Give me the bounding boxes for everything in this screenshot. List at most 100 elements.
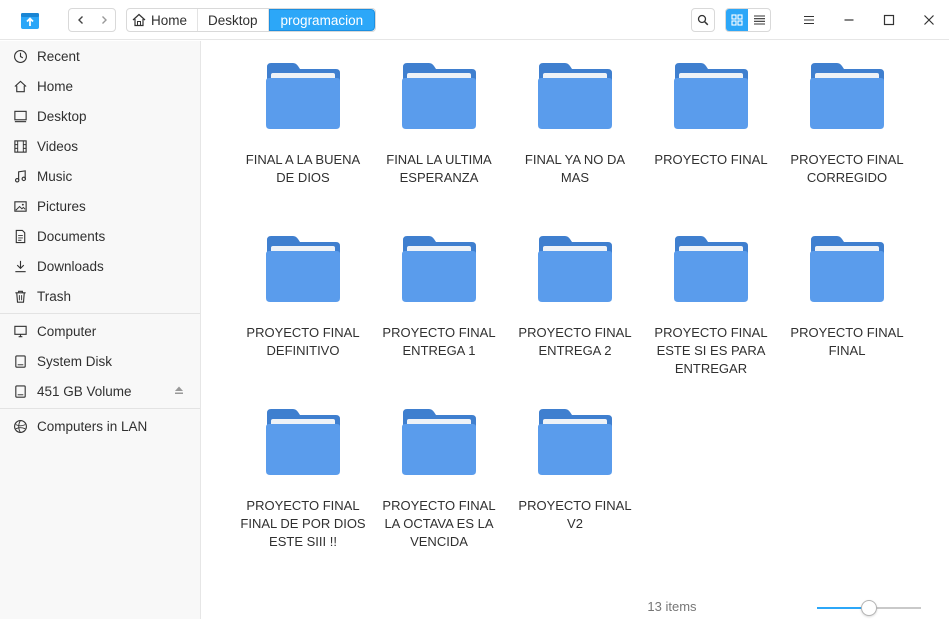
sidebar-item-downloads[interactable]: Downloads (0, 251, 200, 281)
folder-item[interactable]: PROYECTO FINAL CORREGIDO (782, 61, 912, 187)
folder-icon (266, 409, 340, 475)
chevron-right-icon (101, 16, 107, 24)
menu-button[interactable] (799, 10, 819, 30)
icon-view-button[interactable] (726, 9, 748, 31)
folder-name: PROYECTO FINAL DEFINITIVO (246, 325, 360, 358)
disk-icon (12, 383, 28, 399)
folder-name: PROYECTO FINAL ESTE SI ES PARA ENTREGAR (654, 325, 768, 376)
network-icon (12, 418, 28, 434)
maximize-button[interactable] (879, 10, 899, 30)
search-icon (697, 14, 709, 26)
folder-icon (266, 236, 340, 302)
maximize-icon (883, 14, 895, 26)
folder-name: PROYECTO FINAL ENTREGA 2 (518, 325, 632, 358)
clock-icon (12, 48, 28, 64)
item-count: 13 items (647, 599, 697, 614)
list-view-icon (753, 15, 765, 25)
breadcrumb: Home Desktop programacion (126, 8, 377, 32)
folder-item[interactable]: FINAL YA NO DA MAS (510, 61, 640, 187)
folder-icon (402, 236, 476, 302)
folder-item[interactable]: PROYECTO FINAL FINAL DE POR DIOS ESTE SI… (238, 407, 368, 551)
folder-icon (538, 63, 612, 129)
minimize-icon (844, 19, 854, 21)
sidebar-item-label: Computer (37, 323, 97, 339)
sidebar-item-computer[interactable]: Computer (0, 316, 200, 346)
back-button[interactable] (69, 9, 92, 31)
sidebar-item-pictures[interactable]: Pictures (0, 191, 200, 221)
sidebar-item-system-disk[interactable]: System Disk (0, 346, 200, 376)
folder-item[interactable]: FINAL A LA BUENA DE DIOS (238, 61, 368, 187)
sidebar-item-videos[interactable]: Videos (0, 131, 200, 161)
zoom-slider-handle[interactable] (861, 600, 877, 616)
minimize-button[interactable] (839, 10, 859, 30)
folder-icon (402, 63, 476, 129)
view-mode-toggle (725, 8, 771, 32)
sidebar-item-label: Home (37, 78, 74, 94)
folder-name: PROYECTO FINAL V2 (518, 498, 632, 531)
hamburger-menu-icon (804, 15, 814, 25)
sidebar-item-label: Trash (37, 288, 72, 304)
folder-item[interactable]: PROYECTO FINAL (646, 61, 776, 169)
folder-icon (538, 409, 612, 475)
eject-icon[interactable] (174, 385, 184, 395)
sidebar-item-trash[interactable]: Trash (0, 281, 200, 311)
sidebar-divider (0, 313, 200, 314)
sidebar-item-music[interactable]: Music (0, 161, 200, 191)
sidebar-item-label: Music (37, 168, 73, 184)
sidebar-divider (0, 408, 200, 409)
sidebar: Recent Home Desktop Videos Music Picture… (0, 41, 201, 619)
disk-icon (12, 353, 28, 369)
folder-item[interactable]: PROYECTO FINAL DEFINITIVO (238, 234, 368, 360)
folder-name: PROYECTO FINAL ENTREGA 1 (382, 325, 496, 358)
sidebar-item-451gb-volume[interactable]: 451 GB Volume (0, 376, 200, 406)
breadcrumb-label: Desktop (208, 12, 258, 28)
close-icon (924, 15, 934, 25)
music-icon (12, 168, 28, 184)
sidebar-item-label: Computers in LAN (37, 418, 148, 434)
file-manager-logo-icon (21, 13, 39, 29)
desktop-icon (12, 108, 28, 124)
list-view-button[interactable] (748, 9, 770, 31)
sidebar-item-home[interactable]: Home (0, 71, 200, 101)
chevron-left-icon (77, 16, 83, 24)
breadcrumb-desktop[interactable]: Desktop (198, 9, 269, 31)
sidebar-item-computers-in-lan[interactable]: Computers in LAN (0, 411, 200, 441)
folder-name: PROYECTO FINAL (654, 152, 768, 167)
sidebar-item-desktop[interactable]: Desktop (0, 101, 200, 131)
sidebar-item-documents[interactable]: Documents (0, 221, 200, 251)
folder-item[interactable]: FINAL LA ULTIMA ESPERANZA (374, 61, 504, 187)
computer-icon (12, 323, 28, 339)
search-button[interactable] (691, 8, 715, 32)
folder-icon (674, 63, 748, 129)
sidebar-item-recent[interactable]: Recent (0, 41, 200, 71)
sidebar-item-label: Documents (37, 228, 106, 244)
folder-name: FINAL A LA BUENA DE DIOS (245, 152, 361, 185)
title-bar: Home Desktop programacion (0, 0, 949, 40)
forward-button[interactable] (92, 9, 115, 31)
folder-item[interactable]: PROYECTO FINAL ENTREGA 1 (374, 234, 504, 360)
folder-name: PROYECTO FINAL LA OCTAVA ES LA VENCIDA (382, 498, 496, 549)
file-grid: 13 items FINAL A LA BUENA DE DIOS FINAL L… (202, 41, 949, 619)
folder-item[interactable]: PROYECTO FINAL FINAL (782, 234, 912, 360)
folder-icon (810, 63, 884, 129)
folder-icon (674, 236, 748, 302)
sidebar-item-label: 451 GB Volume (37, 383, 132, 399)
sidebar-item-label: System Disk (37, 353, 113, 369)
folder-name: FINAL YA NO DA MAS (524, 152, 626, 185)
folder-icon (266, 63, 340, 129)
breadcrumb-label: Home (151, 12, 188, 28)
download-icon (12, 258, 28, 274)
folder-icon (538, 236, 612, 302)
folder-item[interactable]: PROYECTO FINAL LA OCTAVA ES LA VENCIDA (374, 407, 504, 551)
sidebar-item-label: Desktop (37, 108, 87, 124)
close-button[interactable] (919, 10, 939, 30)
folder-item[interactable]: PROYECTO FINAL V2 (510, 407, 640, 533)
folder-name: PROYECTO FINAL FINAL (790, 325, 904, 358)
trash-icon (12, 288, 28, 304)
sidebar-item-label: Downloads (37, 258, 104, 274)
folder-item[interactable]: PROYECTO FINAL ESTE SI ES PARA ENTREGAR (646, 234, 776, 378)
folder-item[interactable]: PROYECTO FINAL ENTREGA 2 (510, 234, 640, 360)
navigation-buttons (68, 8, 116, 32)
breadcrumb-home[interactable]: Home (127, 9, 199, 31)
breadcrumb-current[interactable]: programacion (268, 9, 376, 31)
